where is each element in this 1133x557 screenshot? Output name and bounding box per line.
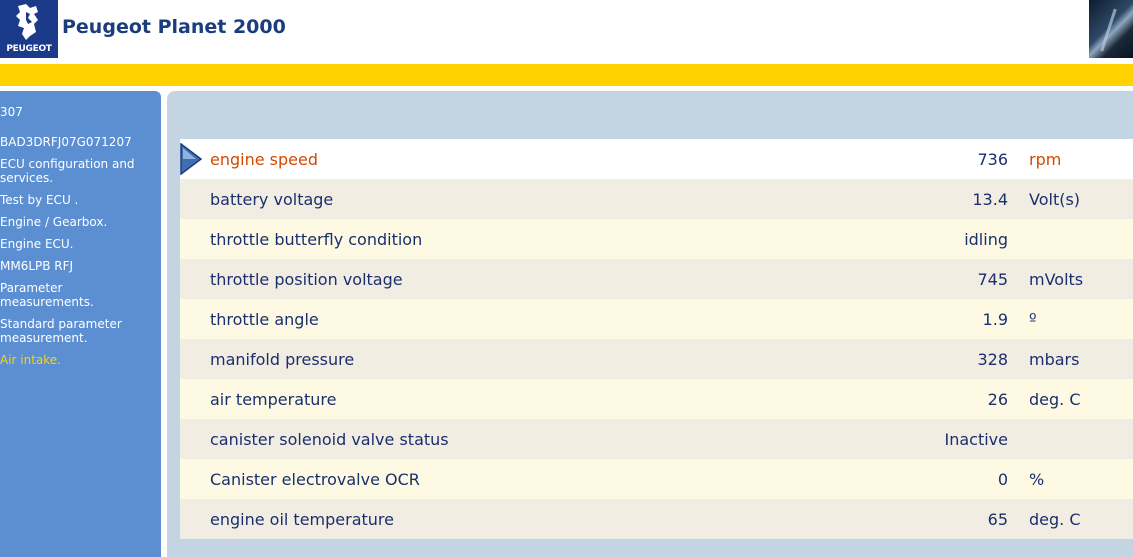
parameter-unit: % [1029,470,1045,489]
parameter-unit: Volt(s) [1029,190,1081,209]
parameter-label: throttle butterfly condition [210,230,423,249]
parameter-value: 26 [987,390,1008,409]
parameter-value: Inactive [944,430,1009,449]
parameter-value: 745 [977,270,1008,289]
parameter-label: throttle angle [210,310,319,329]
parameter-label: Canister electrovalve OCR [210,470,420,489]
sidebar-item-air-intake[interactable]: Air intake. [0,353,158,367]
parameter-label: battery voltage [210,190,334,209]
parameter-row-manifold-pressure[interactable]: manifold pressure 328 mbars [180,339,1133,379]
parameter-value: 328 [977,350,1008,369]
parameter-row-throttle-position-voltage[interactable]: throttle position voltage 745 mVolts [180,259,1133,299]
sidebar-item-parameter-measurements[interactable]: Parameter measurements. [0,281,158,309]
app-title: Peugeot Planet 2000 [62,16,286,38]
main-panel: engine speed 736 rpm battery voltage 13.… [167,91,1133,557]
parameter-label: canister solenoid valve status [210,430,449,449]
parameter-value: 13.4 [972,190,1008,209]
parameter-unit: deg. C [1029,390,1081,409]
parameter-row-battery-voltage[interactable]: battery voltage 13.4 Volt(s) [180,179,1133,219]
parameter-row-canister-solenoid[interactable]: canister solenoid valve status Inactive [180,419,1133,459]
parameter-unit: rpm [1029,150,1062,169]
corner-photo [1089,0,1133,58]
parameter-value: 1.9 [982,310,1008,329]
parameter-unit: º [1029,310,1037,329]
sidebar-item-vin[interactable]: BAD3DRFJ07G071207 [0,135,158,149]
parameter-value: 65 [987,510,1008,529]
parameter-label: manifold pressure [210,350,355,369]
sidebar-item-ecu-config[interactable]: ECU configuration and services. [0,157,158,185]
parameter-value: 736 [977,150,1008,169]
peugeot-lion-icon [16,4,38,40]
logo-text: PEUGEOT [6,44,52,54]
parameter-unit: deg. C [1029,510,1081,529]
parameter-label: engine oil temperature [210,510,394,529]
triangle-right-icon [180,143,202,175]
sidebar-item-standard-parameter[interactable]: Standard parameter measurement. [0,317,158,345]
parameter-table: engine speed 736 rpm battery voltage 13.… [180,139,1133,539]
parameter-label: throttle position voltage [210,270,403,289]
sidebar-navigation: 307 BAD3DRFJ07G071207 ECU configuration … [0,91,161,557]
parameter-row-air-temperature[interactable]: air temperature 26 deg. C [180,379,1133,419]
sidebar-item-test-by-ecu[interactable]: Test by ECU . [0,193,158,207]
sidebar-item-engine-gearbox[interactable]: Engine / Gearbox. [0,215,158,229]
parameter-unit: mVolts [1029,270,1084,289]
parameter-row-canister-ocr[interactable]: Canister electrovalve OCR 0 % [180,459,1133,499]
yellow-divider [0,64,1133,86]
parameter-row-engine-speed[interactable]: engine speed 736 rpm [180,139,1133,179]
parameter-row-oil-temperature[interactable]: engine oil temperature 65 deg. C [180,499,1133,539]
parameter-label: air temperature [210,390,337,409]
parameter-unit: mbars [1029,350,1080,369]
parameter-label: engine speed [210,150,318,169]
peugeot-logo: PEUGEOT [0,0,58,58]
parameter-value: 0 [997,470,1008,489]
parameter-value: idling [964,230,1008,249]
parameter-row-throttle-angle[interactable]: throttle angle 1.9 º [180,299,1133,339]
sidebar-item-ecu-model[interactable]: MM6LPB RFJ [0,259,158,273]
sidebar-item-vehicle[interactable]: 307 [0,105,158,119]
app-header: PEUGEOT Peugeot Planet 2000 [0,0,1133,64]
sidebar-item-engine-ecu[interactable]: Engine ECU. [0,237,158,251]
parameter-row-throttle-butterfly[interactable]: throttle butterfly condition idling [180,219,1133,259]
